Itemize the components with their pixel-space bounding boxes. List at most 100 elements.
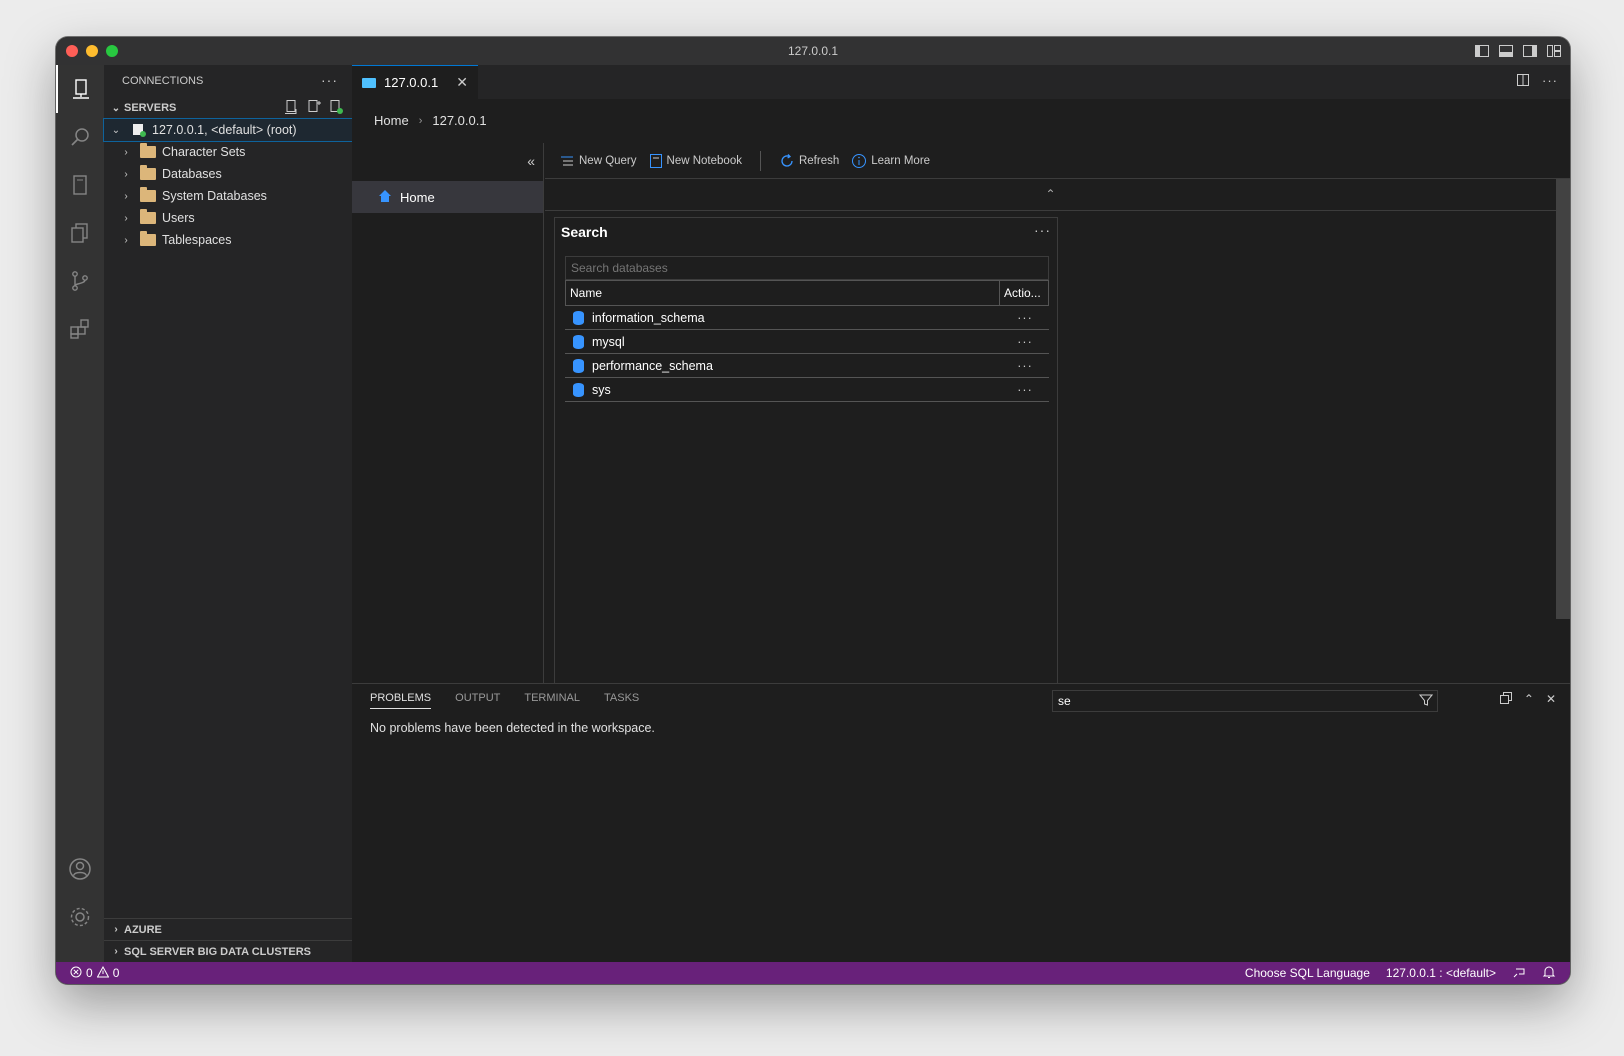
close-panel-icon[interactable]: ✕ — [1546, 692, 1556, 707]
name-cell: sys — [565, 382, 1001, 397]
servers-section-header[interactable]: ⌄ SERVERS — [104, 97, 352, 119]
tab-output[interactable]: OUTPUT — [455, 692, 500, 709]
notifications-bell-icon[interactable] — [1542, 965, 1556, 982]
status-right: Choose SQL Language 127.0.0.1 : <default… — [1245, 965, 1556, 982]
problems-message: No problems have been detected in the wo… — [370, 721, 655, 735]
source-control-icon[interactable] — [56, 257, 104, 305]
table-row[interactable]: mysql ··· — [565, 330, 1049, 354]
learn-more-button[interactable]: Learn More — [851, 153, 930, 169]
database-name: mysql — [592, 334, 625, 349]
connections-icon[interactable] — [56, 65, 104, 113]
new-query-button[interactable]: New Query — [559, 154, 637, 168]
warning-count: 0 — [112, 966, 120, 980]
row-actions-icon[interactable]: ··· — [1001, 359, 1049, 373]
account-icon[interactable] — [56, 845, 104, 893]
new-query-label: New Query — [579, 154, 637, 167]
chevron-right-icon: › — [124, 190, 128, 202]
tree-item-character-sets[interactable]: › Character Sets — [104, 141, 352, 163]
maximize-window-button[interactable] — [106, 45, 118, 57]
tree-item-system-databases[interactable]: › System Databases — [104, 185, 352, 207]
widget-more-icon[interactable]: ··· — [1034, 222, 1051, 238]
more-actions-icon[interactable]: ··· — [321, 72, 338, 88]
table-row[interactable]: sys ··· — [565, 378, 1049, 402]
refresh-label: Refresh — [798, 154, 840, 167]
column-header-name[interactable]: Name — [566, 281, 1000, 305]
connection-status[interactable]: 127.0.0.1 : <default> — [1386, 966, 1496, 980]
customize-layout-icon[interactable] — [1546, 43, 1562, 59]
row-actions-icon[interactable]: ··· — [1001, 335, 1049, 349]
search-databases-input[interactable] — [565, 256, 1049, 280]
window-title: 127.0.0.1 — [787, 44, 839, 58]
folder-icon — [140, 209, 156, 224]
layout-controls — [1474, 43, 1562, 59]
database-icon — [573, 358, 584, 373]
tab-problems[interactable]: PROBLEMS — [370, 692, 432, 709]
table-row[interactable]: information_schema ··· — [565, 306, 1049, 330]
azure-section-header[interactable]: › AZURE — [104, 918, 352, 940]
problems-filter-input[interactable]: se — [1052, 690, 1438, 712]
servers-section-actions — [284, 99, 344, 115]
new-connection-icon[interactable] — [284, 99, 300, 115]
close-icon[interactable]: ✕ — [456, 74, 468, 91]
maximize-panel-icon[interactable]: ⌃ — [1524, 692, 1534, 707]
learn-more-label: Learn More — [871, 154, 931, 167]
tab-terminal[interactable]: TERMINAL — [524, 692, 580, 709]
collapse-nav-icon[interactable]: « — [527, 153, 535, 169]
dashboard-toolbar: New Query New Notebook Refresh Learn Mor… — [545, 143, 1570, 179]
minimize-window-button[interactable] — [86, 45, 98, 57]
column-header-actions[interactable]: Actio... — [1000, 281, 1048, 305]
close-window-button[interactable] — [66, 45, 78, 57]
toggle-panel-icon[interactable] — [1498, 43, 1514, 59]
restore-panel-icon[interactable] — [1499, 692, 1512, 707]
feedback-icon[interactable] — [1512, 965, 1526, 982]
table-header: Name Actio... — [565, 280, 1049, 306]
settings-gear-icon[interactable] — [56, 893, 104, 941]
toolbar-divider — [759, 150, 761, 171]
chevron-right-icon: › — [124, 212, 128, 224]
filter-icon[interactable] — [1418, 693, 1434, 707]
big-data-clusters-section-header[interactable]: › SQL SERVER BIG DATA CLUSTERS — [104, 940, 352, 962]
search-icon[interactable] — [56, 113, 104, 161]
tree-item-tablespaces[interactable]: › Tablespaces — [104, 229, 352, 251]
language-selector[interactable]: Choose SQL Language — [1245, 966, 1370, 980]
notebook-icon[interactable] — [56, 161, 104, 209]
database-name: performance_schema — [592, 358, 713, 373]
server-node[interactable]: ⌄ 127.0.0.1, <default> (root) — [103, 118, 353, 142]
refresh-button[interactable]: Refresh — [779, 153, 839, 169]
tab-tasks[interactable]: TASKS — [604, 692, 639, 709]
breadcrumb-current[interactable]: 127.0.0.1 — [432, 113, 486, 128]
vertical-scrollbar[interactable] — [1556, 179, 1570, 619]
explorer-icon[interactable] — [56, 209, 104, 257]
problems-status[interactable]: 0 0 — [70, 965, 120, 981]
refresh-icon — [781, 153, 793, 167]
chevron-right-icon: › — [114, 924, 118, 935]
collapse-header-chevron[interactable]: ⌃ — [545, 183, 1556, 211]
tab-server-dashboard[interactable]: 127.0.0.1 ✕ — [352, 65, 478, 99]
toggle-sidebar-icon[interactable] — [1474, 43, 1490, 59]
bottom-panel: PROBLEMS OUTPUT TERMINAL TASKS se ⌃ ✕ No… — [352, 683, 1570, 962]
tree-item-databases[interactable]: › Databases — [104, 163, 352, 185]
server-node-label: 127.0.0.1, <default> (root) — [152, 123, 297, 137]
new-notebook-button[interactable]: New Notebook — [649, 153, 742, 169]
nav-item-home[interactable]: Home — [352, 181, 543, 213]
extensions-icon[interactable] — [56, 305, 104, 353]
dashboard-nav: « Home — [352, 143, 544, 683]
name-cell: mysql — [565, 334, 1001, 349]
row-actions-icon[interactable]: ··· — [1001, 311, 1049, 325]
sidebar-bottom-sections: › AZURE › SQL SERVER BIG DATA CLUSTERS — [104, 918, 352, 962]
server-icon — [132, 123, 146, 137]
active-connections-icon[interactable] — [328, 99, 344, 115]
new-server-group-icon[interactable] — [306, 99, 322, 115]
error-count: 0 — [86, 966, 93, 980]
tree-item-label: Users — [162, 211, 195, 225]
connections-sidebar: CONNECTIONS ··· ⌄ SERVERS ⌄ 127.0.0.1, <… — [103, 65, 353, 962]
breadcrumb-home[interactable]: Home — [374, 113, 409, 128]
database-name: information_schema — [592, 310, 705, 325]
toggle-secondary-sidebar-icon[interactable] — [1522, 43, 1538, 59]
split-editor-icon[interactable] — [1516, 73, 1530, 90]
table-row[interactable]: performance_schema ··· — [565, 354, 1049, 378]
row-actions-icon[interactable]: ··· — [1001, 383, 1049, 397]
tree-item-users[interactable]: › Users — [104, 207, 352, 229]
more-actions-icon[interactable]: ··· — [1542, 73, 1558, 90]
nav-item-label: Home — [400, 189, 435, 205]
